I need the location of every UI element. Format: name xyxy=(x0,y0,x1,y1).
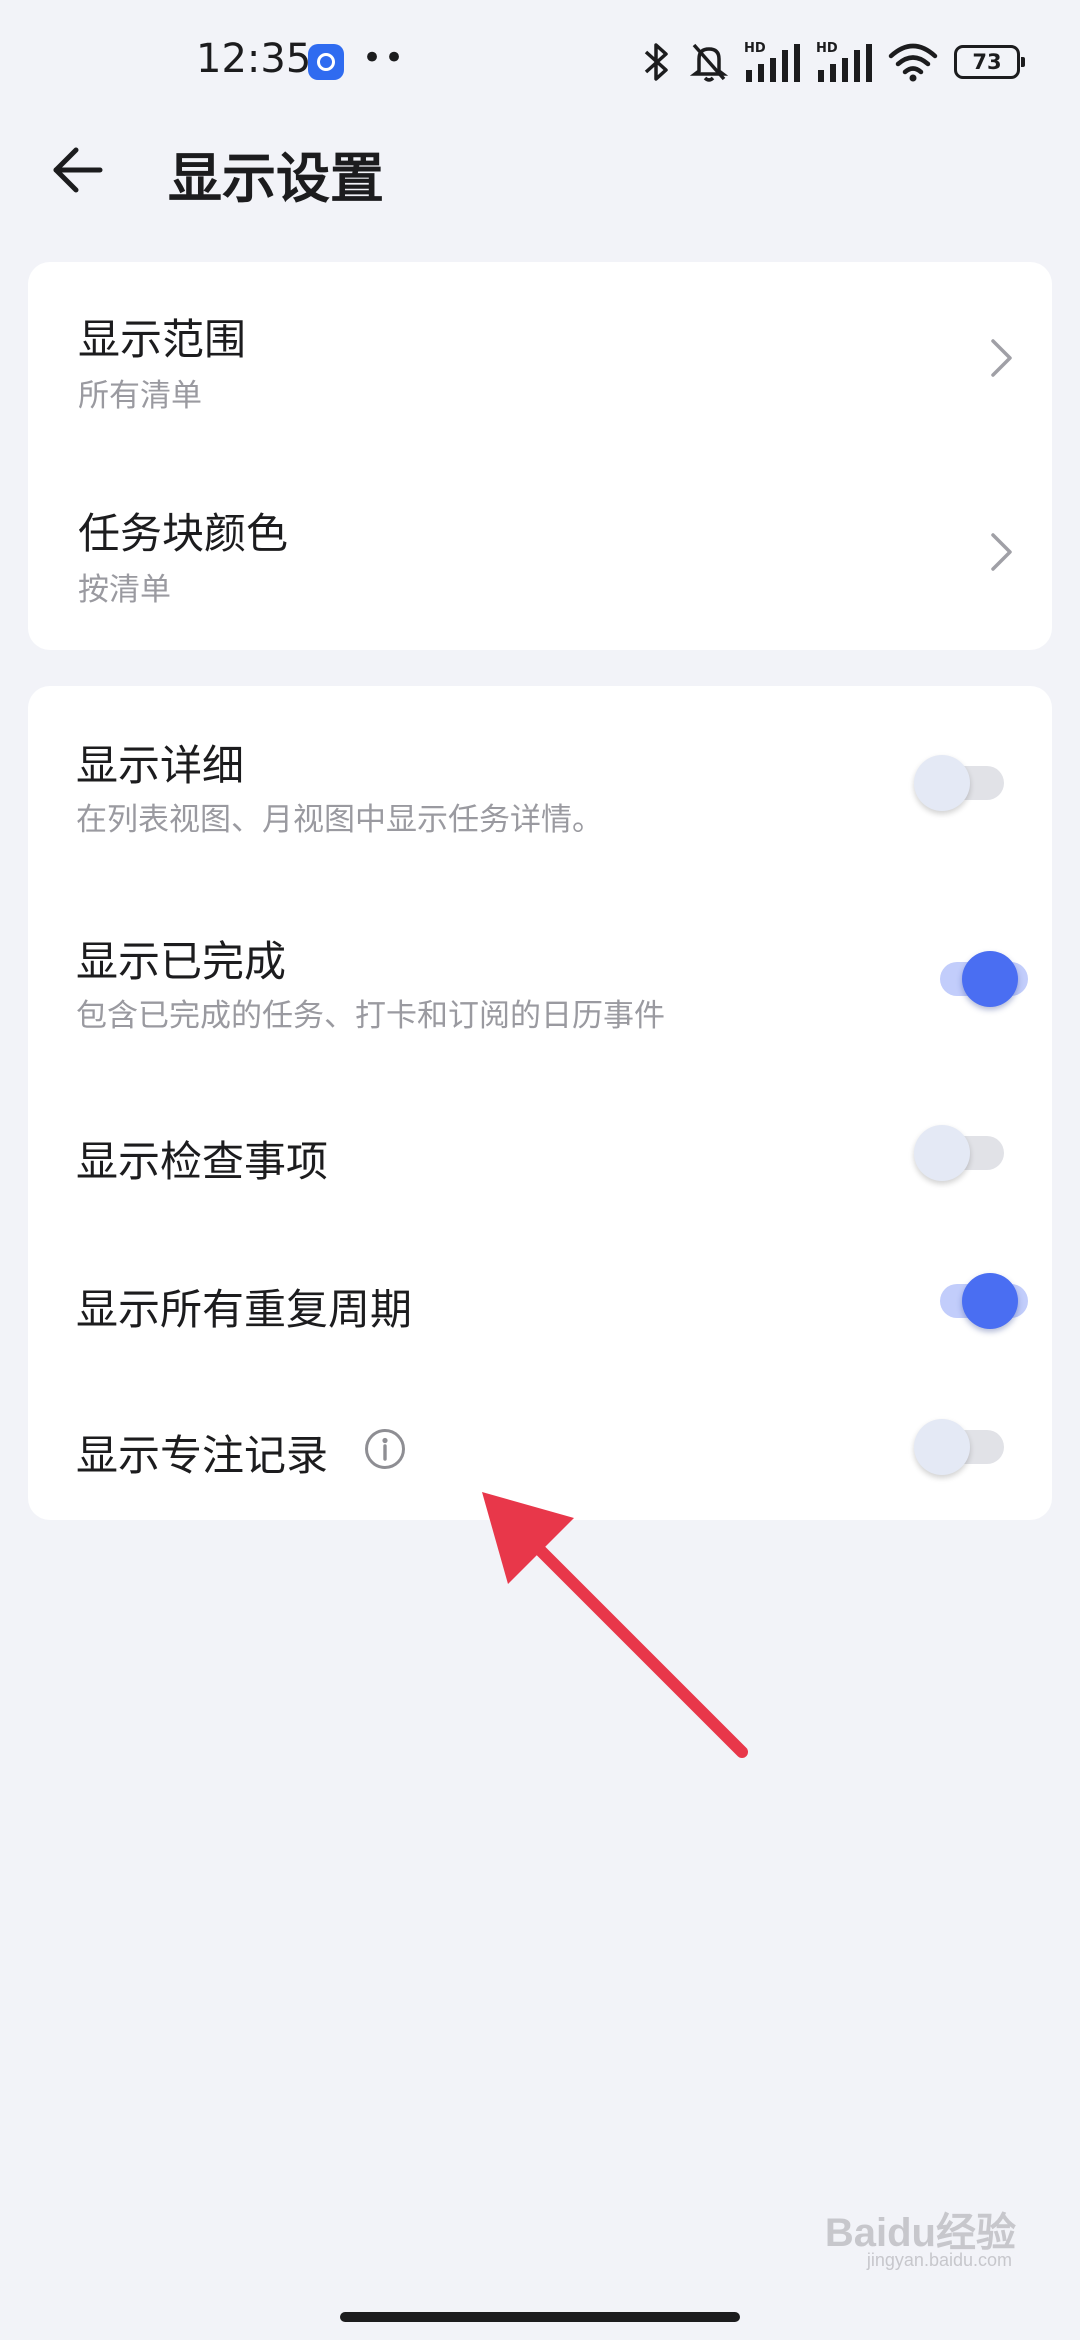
page-title: 显示设置 xyxy=(168,147,384,210)
home-indicator[interactable] xyxy=(340,2312,740,2322)
setting-title: 显示范围 xyxy=(78,315,247,364)
status-icons: HD HD 73 xyxy=(640,40,1025,84)
battery-icon: 73 xyxy=(954,45,1025,79)
setting-title: 显示所有重复周期 xyxy=(76,1285,413,1334)
setting-title: 显示检查事项 xyxy=(76,1137,329,1186)
app-header: 显示设置 xyxy=(0,120,1080,260)
wifi-icon xyxy=(888,43,938,82)
setting-description: 包含已完成的任务、打卡和订阅的日历事件 xyxy=(76,998,665,1034)
show-focus-records-toggle[interactable] xyxy=(892,1406,1016,1486)
setting-title: 任务块颜色 xyxy=(78,509,289,558)
battery-level: 73 xyxy=(972,50,1002,74)
show-checklist-items-toggle[interactable] xyxy=(892,1112,1016,1192)
chevron-right-icon xyxy=(991,533,1012,571)
show-completed-toggle[interactable] xyxy=(892,938,1028,1018)
setting-value: 所有清单 xyxy=(78,378,202,414)
show-all-repeats-toggle[interactable] xyxy=(892,1260,1028,1340)
bell-muted-icon xyxy=(690,43,728,82)
setting-row-show-details: 显示详细 在列表视图、月视图中显示任务详情。 xyxy=(28,686,1052,882)
setting-row-show-all-repeats: 显示所有重复周期 xyxy=(28,1228,1052,1374)
setting-row-task-block-color[interactable]: 任务块颜色 按清单 xyxy=(28,456,1052,650)
settings-group-toggles: 显示详细 在列表视图、月视图中显示任务详情。 显示已完成 包含已完成的任务、打卡… xyxy=(28,686,1052,1520)
notification-more-dots: •• xyxy=(362,38,407,78)
signal-icon: HD xyxy=(816,41,872,82)
bluetooth-icon xyxy=(644,43,668,81)
status-bar: 12:35 •• HD HD 73 xyxy=(0,0,1080,120)
annotation-arrow xyxy=(482,1492,748,1758)
setting-title: 显示专注记录 xyxy=(76,1431,329,1480)
signal-icon: HD xyxy=(744,41,800,82)
setting-row-show-checklist-items: 显示检查事项 xyxy=(28,1078,1052,1228)
info-icon[interactable] xyxy=(364,1428,406,1470)
baidu-watermark-url: jingyan.baidu.com xyxy=(866,2250,1012,2270)
setting-value: 按清单 xyxy=(78,572,171,608)
setting-row-display-range[interactable]: 显示范围 所有清单 xyxy=(28,262,1052,456)
settings-group-display: 显示范围 所有清单 任务块颜色 按清单 xyxy=(28,262,1052,650)
setting-title: 显示已完成 xyxy=(76,937,287,986)
status-time: 12:35 xyxy=(196,36,312,82)
setting-title: 显示详细 xyxy=(76,741,245,790)
show-details-toggle[interactable] xyxy=(892,742,1016,822)
chevron-right-icon xyxy=(991,339,1012,377)
network-type-label: HD xyxy=(744,41,766,56)
setting-row-show-completed: 显示已完成 包含已完成的任务、打卡和订阅的日历事件 xyxy=(28,882,1052,1078)
setting-description: 在列表视图、月视图中显示任务详情。 xyxy=(76,802,603,838)
back-button[interactable] xyxy=(48,140,108,200)
network-type-label: HD xyxy=(816,41,838,56)
arrow-left-icon xyxy=(53,147,103,193)
dingtalk-app-icon xyxy=(308,44,344,80)
